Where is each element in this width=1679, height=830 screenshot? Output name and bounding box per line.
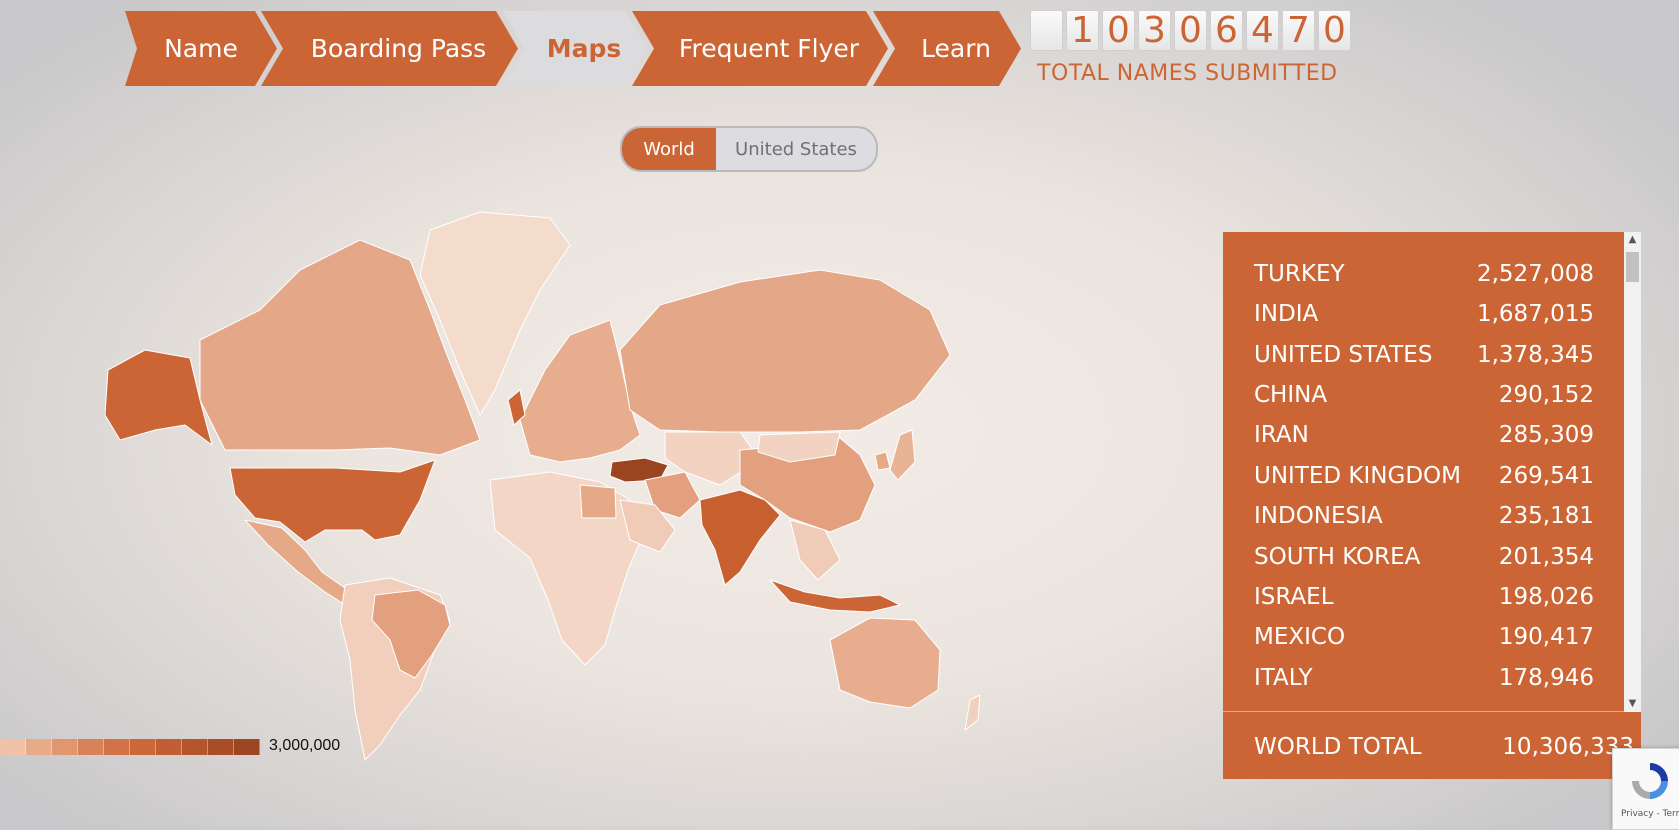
world-map[interactable] xyxy=(100,200,1020,780)
map-region-japan[interactable] xyxy=(889,429,916,481)
scrollbar-thumb[interactable] xyxy=(1626,252,1639,282)
leaderboard-divider xyxy=(1223,711,1641,712)
country-leaderboard: TURKEY 2,527,008 INDIA 1,687,015 UNITED … xyxy=(1223,232,1641,779)
region-toggle: World United States xyxy=(620,126,878,172)
country-count: 290,152 xyxy=(1498,382,1594,408)
world-total-row: WORLD TOTAL 10,306,333 xyxy=(1254,734,1634,760)
country-count: 1,378,345 xyxy=(1476,342,1594,368)
scroll-down-arrow-icon[interactable]: ▼ xyxy=(1624,696,1641,712)
country-name: UNITED STATES xyxy=(1254,342,1433,368)
map-legend-scale xyxy=(0,739,260,755)
recaptcha-icon xyxy=(1632,763,1668,799)
map-region-indonesia[interactable] xyxy=(769,579,901,613)
counter-digit xyxy=(1030,10,1063,51)
recaptcha-links[interactable]: Privacy - Terms xyxy=(1621,809,1679,819)
counter-digit: 6 xyxy=(1210,10,1243,51)
leaderboard-list[interactable]: TURKEY 2,527,008 INDIA 1,687,015 UNITED … xyxy=(1223,232,1623,712)
list-item: ISRAEL 198,026 xyxy=(1254,584,1594,610)
nav-step-label: Frequent Flyer xyxy=(678,34,860,63)
nav-step-name[interactable]: Name xyxy=(125,11,277,86)
map-region-alaska[interactable] xyxy=(104,349,213,446)
counter-label: TOTAL NAMES SUBMITTED xyxy=(1037,61,1338,86)
toggle-united-states[interactable]: United States xyxy=(716,128,876,170)
country-name: UNITED KINGDOM xyxy=(1254,463,1461,489)
map-region-south-korea[interactable] xyxy=(874,451,891,471)
map-region-egypt[interactable] xyxy=(579,484,617,519)
list-item: IRAN 285,309 xyxy=(1254,422,1594,448)
country-count: 1,687,015 xyxy=(1476,301,1594,327)
map-region-russia[interactable] xyxy=(619,269,951,433)
world-total-label: WORLD TOTAL xyxy=(1254,734,1422,760)
list-item: SOUTH KOREA 201,354 xyxy=(1254,544,1594,570)
nav-step-label: Maps xyxy=(546,34,622,63)
country-name: MEXICO xyxy=(1254,624,1346,650)
counter-digit: 0 xyxy=(1102,10,1135,51)
country-count: 201,354 xyxy=(1498,544,1594,570)
list-item: UNITED KINGDOM 269,541 xyxy=(1254,463,1594,489)
country-count: 178,946 xyxy=(1498,665,1594,691)
list-item: ITALY 178,946 xyxy=(1254,665,1594,691)
nav-step-maps[interactable]: Maps xyxy=(503,11,647,86)
country-name: INDIA xyxy=(1254,301,1319,327)
country-count: 285,309 xyxy=(1498,422,1594,448)
counter-digit: 1 xyxy=(1066,10,1099,51)
leaderboard-scrollbar[interactable]: ▲ ▼ xyxy=(1624,232,1641,712)
list-item: INDIA 1,687,015 xyxy=(1254,301,1594,327)
toggle-world[interactable]: World xyxy=(622,128,716,170)
nav-step-label: Name xyxy=(164,34,238,63)
list-item: UNITED STATES 1,378,345 xyxy=(1254,342,1594,368)
nav-step-frequent-flyer[interactable]: Frequent Flyer xyxy=(632,11,888,86)
country-count: 190,417 xyxy=(1498,624,1594,650)
map-region-australia[interactable] xyxy=(829,617,941,709)
scroll-up-arrow-icon[interactable]: ▲ xyxy=(1624,232,1641,248)
counter-digit: 7 xyxy=(1282,10,1315,51)
list-item: MEXICO 190,417 xyxy=(1254,624,1594,650)
country-name: CHINA xyxy=(1254,382,1328,408)
nav-step-learn[interactable]: Learn xyxy=(873,11,1021,86)
counter-digit: 3 xyxy=(1138,10,1171,51)
names-counter: 1 0 3 0 6 4 7 0 xyxy=(1030,10,1351,51)
country-name: INDONESIA xyxy=(1254,503,1383,529)
list-item: CHINA 290,152 xyxy=(1254,382,1594,408)
legend-max-label: 3,000,000 xyxy=(269,737,341,754)
country-count: 198,026 xyxy=(1498,584,1594,610)
counter-digit: 0 xyxy=(1318,10,1351,51)
nav-step-boarding-pass[interactable]: Boarding Pass xyxy=(261,11,518,86)
country-name: ISRAEL xyxy=(1254,584,1334,610)
counter-digit: 4 xyxy=(1246,10,1279,51)
country-name: SOUTH KOREA xyxy=(1254,544,1421,570)
country-name: IRAN xyxy=(1254,422,1309,448)
map-region-new-zealand[interactable] xyxy=(964,694,981,731)
country-name: TURKEY xyxy=(1254,261,1345,287)
country-count: 2,527,008 xyxy=(1476,261,1594,287)
list-item: TURKEY 2,527,008 xyxy=(1254,261,1594,287)
country-count: 235,181 xyxy=(1498,503,1594,529)
country-count: 269,541 xyxy=(1498,463,1594,489)
map-region-europe[interactable] xyxy=(519,319,641,463)
list-item: INDONESIA 235,181 xyxy=(1254,503,1594,529)
map-region-india[interactable] xyxy=(699,489,781,586)
country-name: ITALY xyxy=(1254,665,1313,691)
nav-step-label: Learn xyxy=(921,34,991,63)
recaptcha-badge[interactable]: Privacy - Terms xyxy=(1612,748,1679,830)
nav-step-label: Boarding Pass xyxy=(310,34,487,63)
counter-digit: 0 xyxy=(1174,10,1207,51)
